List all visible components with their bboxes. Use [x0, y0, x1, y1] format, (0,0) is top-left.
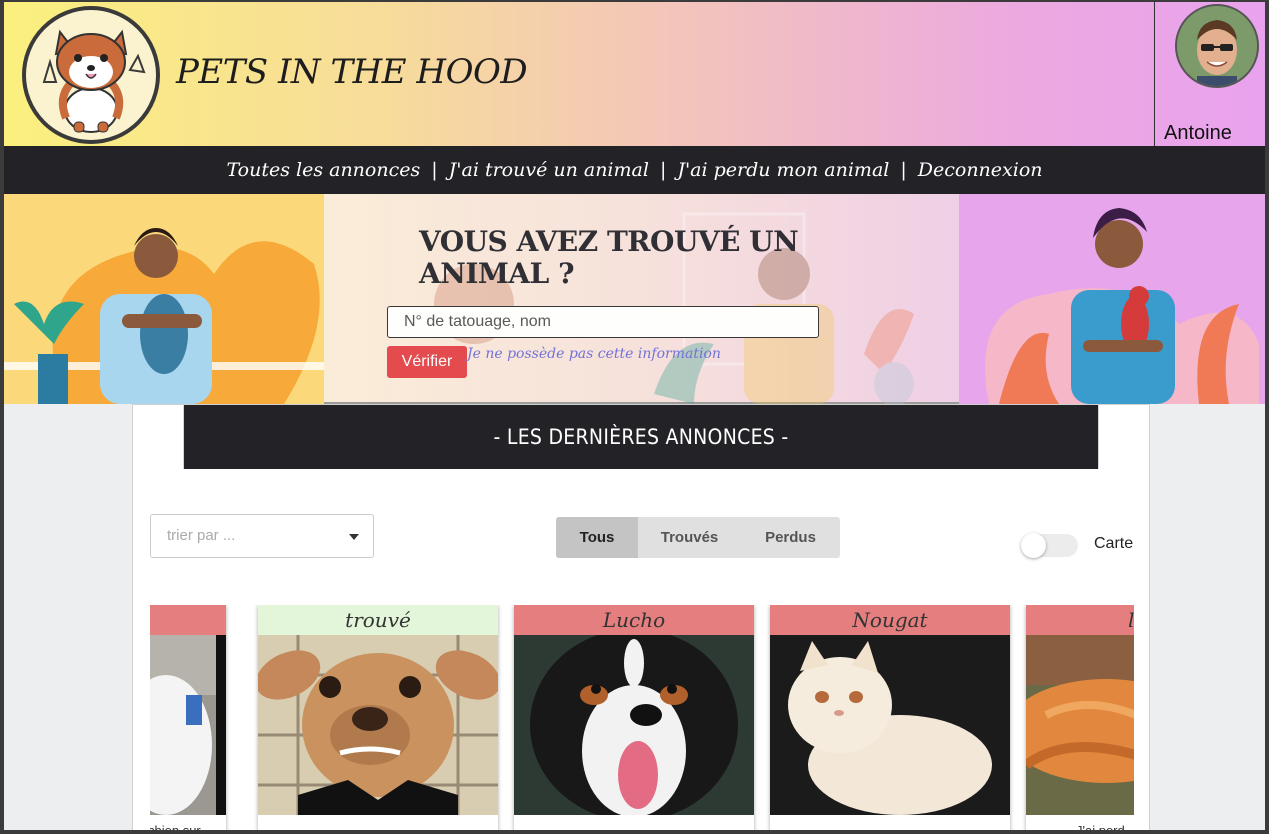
card-caption: J'ai perd — [1076, 823, 1125, 834]
card-title: l — [1026, 605, 1134, 635]
listing-heading: - LES DERNIÈRES ANNONCES - — [183, 405, 1099, 469]
hero-search-panel: VOUS AVEZ TROUVÉ UN ANIMAL ? N° de tatou… — [324, 194, 959, 404]
main-nav: Toutes les annonces | J'ai trouvé un ani… — [4, 146, 1265, 194]
pet-photo — [514, 635, 754, 815]
avatar[interactable] — [1175, 4, 1259, 88]
sort-placeholder: trier par ... — [167, 527, 236, 544]
listing-card[interactable]: trouvé — [258, 605, 498, 833]
verify-button[interactable]: Vérifier — [387, 346, 467, 378]
nav-lost-animal[interactable]: J'ai perdu mon animal — [677, 159, 889, 181]
listing-card[interactable]: l J'ai perd — [1026, 605, 1134, 834]
user-menu[interactable]: Antoine — [1154, 2, 1265, 146]
toggle-knob — [1021, 533, 1046, 558]
pet-photo — [770, 635, 1010, 815]
shiba-logo[interactable] — [22, 6, 160, 144]
no-info-link[interactable]: Je ne possède pas cette information — [467, 346, 721, 362]
cards-carousel: chien sur trouvé Lucho Nougat l J'ai per… — [150, 605, 1134, 834]
pet-photo — [1026, 635, 1134, 815]
card-title — [150, 605, 226, 635]
map-toggle-label: Carte — [1094, 535, 1134, 552]
site-header: PETS IN THE HOOD Antoine — [4, 2, 1265, 146]
pet-photo — [150, 635, 226, 815]
filter-segmented-control: Tous Trouvés Perdus — [556, 517, 840, 558]
chevron-down-icon — [349, 534, 359, 540]
pet-photo — [258, 635, 498, 815]
user-name: Antoine — [1164, 122, 1232, 144]
card-title: Nougat — [770, 605, 1010, 635]
listing-card[interactable]: Lucho — [514, 605, 754, 833]
nav-all-listings[interactable]: Toutes les annonces — [226, 159, 420, 181]
site-title: PETS IN THE HOOD — [176, 52, 528, 92]
hero-banner: VOUS AVEZ TROUVÉ UN ANIMAL ? N° de tatou… — [4, 194, 1265, 404]
map-toggle[interactable] — [1021, 533, 1078, 558]
hero-illustration-right — [959, 194, 1265, 404]
nav-separator: | — [900, 159, 907, 181]
tattoo-search-input[interactable]: N° de tatouage, nom — [387, 306, 819, 338]
filter-found-button[interactable]: Trouvés — [638, 517, 741, 558]
filter-lost-button[interactable]: Perdus — [741, 517, 840, 558]
hero-title: VOUS AVEZ TROUVÉ UN ANIMAL ? — [419, 225, 799, 290]
hero-illustration-left — [4, 194, 324, 404]
listing-card[interactable]: chien sur — [150, 605, 226, 834]
nav-logout[interactable]: Deconnexion — [918, 159, 1043, 181]
nav-found-animal[interactable]: J'ai trouvé un animal — [449, 159, 649, 181]
card-title: trouvé — [258, 605, 498, 635]
nav-separator: | — [431, 159, 438, 181]
nav-separator: | — [659, 159, 667, 181]
filter-all-button[interactable]: Tous — [556, 517, 638, 558]
card-caption: chien sur — [150, 823, 201, 834]
listing-panel: - LES DERNIÈRES ANNONCES - trier par ...… — [132, 404, 1150, 834]
sort-select[interactable]: trier par ... — [150, 514, 374, 558]
card-title: Lucho — [514, 605, 754, 635]
listing-card[interactable]: Nougat — [770, 605, 1010, 833]
